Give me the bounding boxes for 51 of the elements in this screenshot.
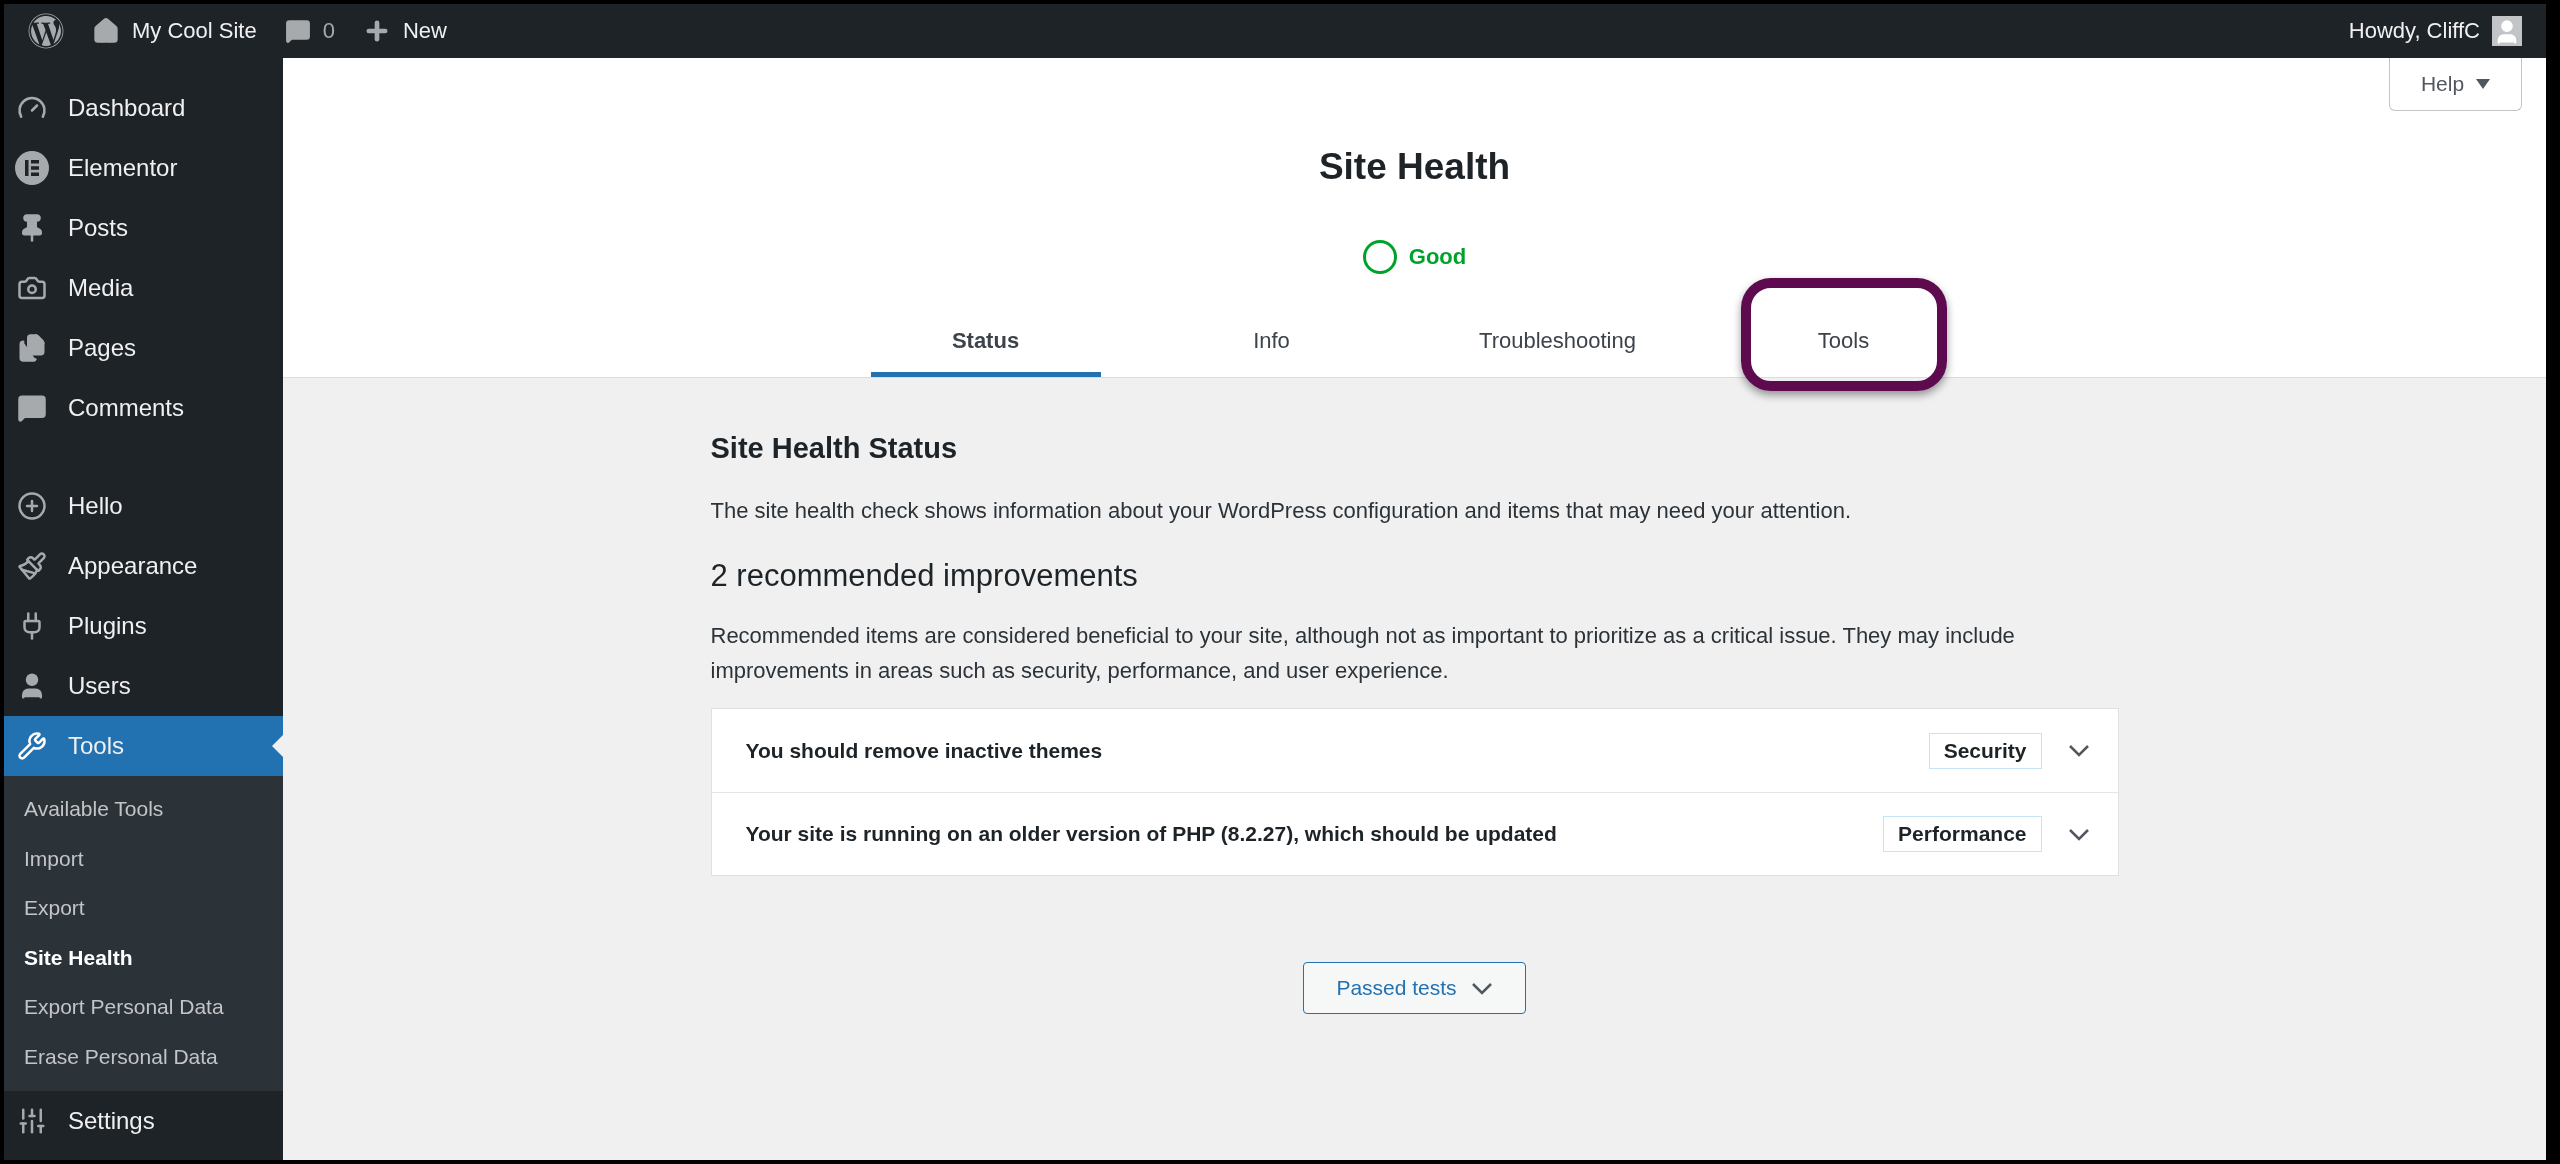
menu-icon	[17, 393, 47, 423]
site-name-link[interactable]: My Cool Site	[78, 4, 271, 58]
section-heading: Site Health Status	[710, 432, 959, 465]
elementor-icon	[15, 151, 49, 185]
improvements-description: Recommended items are considered beneficial to your site, although not as important to prioritize as a critical issue. They may include improvements in areas such as security, performance, and user experience.	[710, 622, 2016, 685]
category-tag: Security	[1928, 732, 2042, 769]
menu-icon	[17, 1106, 47, 1136]
passed-tests-button[interactable]: Passed tests	[1303, 962, 1526, 1014]
comments-link[interactable]: 0	[270, 4, 349, 58]
sidebar-item[interactable]: Dashboard	[4, 78, 283, 138]
dropdown-triangle-icon	[2476, 79, 2491, 89]
sidebar-item[interactable]: Elementor	[4, 138, 283, 198]
submenu-item[interactable]: Erase Personal Data	[4, 1031, 283, 1081]
sidebar-item[interactable]: Tools	[4, 716, 283, 776]
improvements-heading: 2 recommended improvements	[710, 558, 1139, 594]
sidebar-item[interactable]: Media	[4, 258, 283, 318]
sidebar-item[interactable]: Plugins	[4, 596, 283, 656]
status-ring-icon	[1362, 240, 1397, 274]
page-title: Site Health	[1318, 146, 1511, 188]
comment-icon	[284, 18, 311, 44]
submenu-item[interactable]: Export Personal Data	[4, 982, 283, 1032]
menu-icon	[17, 333, 47, 363]
tab[interactable]: Info	[1128, 306, 1415, 377]
tab[interactable]: Troubleshooting	[1414, 306, 1701, 377]
tab[interactable]: Tools	[1700, 306, 1987, 377]
sidebar-item[interactable]: Pages	[4, 318, 283, 378]
menu-icon	[17, 491, 47, 521]
avatar-icon	[2492, 16, 2522, 46]
new-link[interactable]: New	[348, 4, 461, 58]
help-button[interactable]: Help	[2389, 58, 2522, 111]
menu-icon	[17, 551, 47, 581]
chevron-down-icon	[2067, 744, 2090, 757]
submenu-item[interactable]: Import	[4, 833, 283, 883]
submenu-item[interactable]: Available Tools	[4, 784, 283, 834]
category-tag: Performance	[1883, 816, 2042, 852]
sidebar-item[interactable]: Settings	[4, 1091, 283, 1151]
submenu-item[interactable]: Site Health	[4, 932, 283, 982]
menu-icon	[17, 731, 47, 761]
sidebar-item[interactable]: Posts	[4, 198, 283, 258]
house-icon	[92, 17, 120, 45]
section-description: The site health check shows information about your WordPress configuration and items that may need your attention.	[710, 497, 1853, 525]
tab[interactable]: Status	[870, 306, 1101, 377]
account-link[interactable]: Howdy, CliffC	[2334, 4, 2536, 58]
sidebar-item[interactable]: Hello	[4, 476, 283, 536]
sidebar-item[interactable]: Users	[4, 656, 283, 716]
chevron-down-icon	[1470, 981, 1493, 995]
sidebar-item[interactable]: Appearance	[4, 536, 283, 596]
submenu-item[interactable]: Export	[4, 883, 283, 933]
status-label: Good	[1408, 244, 1467, 270]
sidebar-item[interactable]: Comments	[4, 378, 283, 438]
chevron-down-icon	[2067, 827, 2090, 841]
